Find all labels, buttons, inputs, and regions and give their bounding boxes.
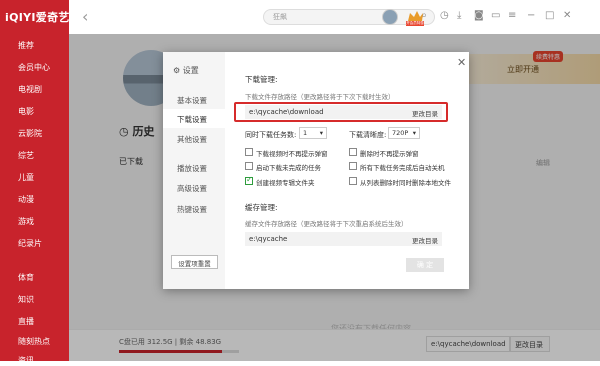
maximize-icon[interactable]: □	[545, 10, 554, 21]
window-close-icon[interactable]: ✕	[563, 10, 571, 21]
quality-label: 下载清晰度:	[349, 131, 387, 139]
cache-change-dir-button[interactable]: 更改目录	[412, 235, 438, 245]
ok-button[interactable]: 确 定	[406, 258, 444, 272]
opt-delete-no-popup-checkbox[interactable]	[349, 148, 357, 156]
sidebar-item-sports[interactable]: 体育	[18, 272, 34, 283]
menu-icon[interactable]: ≡	[508, 10, 516, 21]
tab-other[interactable]: 其他设置	[163, 129, 225, 148]
settings-dialog: ⚙ 设置 基本设置 下载设置 其他设置 播放设置 高级设置 热键设置 设置项重置…	[163, 52, 469, 289]
gamepad-icon[interactable]: ◙	[474, 10, 484, 21]
sidebar-item-vip[interactable]: 会员中心	[18, 62, 50, 73]
tab-basic[interactable]: 基本设置	[163, 90, 225, 109]
back-icon[interactable]: ‹	[82, 7, 88, 26]
minimize-icon[interactable]: −	[527, 10, 535, 21]
opt-auto-resume-label: 启动下载未完成的任务	[256, 164, 321, 172]
download-heading: 下载管理:	[245, 75, 278, 84]
user-avatar[interactable]	[382, 9, 398, 25]
opt-no-popup-checkbox[interactable]	[245, 148, 253, 156]
vip-badge-label: 开会员特惠	[406, 21, 424, 25]
quality-select-value: 720P	[392, 129, 409, 137]
sidebar-item-hot[interactable]: 随刻热点	[18, 336, 50, 347]
cache-heading: 缓存管理:	[245, 203, 278, 212]
highlight-box	[234, 102, 448, 122]
message-icon[interactable]: ▭	[491, 10, 500, 21]
opt-auto-resume-checkbox[interactable]	[245, 162, 253, 170]
opt-delete-no-popup-label: 删除时不再提示弹窗	[360, 150, 419, 158]
settings-nav: ⚙ 设置 基本设置 下载设置 其他设置 播放设置 高级设置 热键设置 设置项重置	[163, 52, 225, 289]
clock-icon[interactable]: ◷	[440, 10, 449, 21]
sidebar-item-knowledge[interactable]: 知识	[18, 294, 34, 305]
chevron-down-icon: ▾	[319, 129, 323, 137]
sidebar-item-kids[interactable]: 儿童	[18, 172, 34, 183]
sidebar-item-recommend[interactable]: 推荐	[18, 40, 34, 51]
opt-album-folder-label: 创建视频专辑文件夹	[256, 179, 315, 187]
settings-title-label: 设置	[182, 66, 199, 75]
sidebar-item-documentary[interactable]: 纪录片	[18, 238, 42, 249]
download-icon[interactable]: ⤓	[457, 10, 461, 21]
reset-settings-button[interactable]: 设置项重置	[171, 255, 218, 269]
sidebar-item-cloud-cinema[interactable]: 云影院	[18, 128, 42, 139]
quality-select[interactable]: 720P ▾	[388, 127, 420, 139]
opt-delete-local-label: 从列表删除时同时删除本地文件	[360, 179, 451, 187]
download-path-label: 下载文件存放路径（更改路径将于下次下载时生效）	[245, 93, 395, 101]
tasks-select-value: 1	[303, 129, 308, 137]
tab-download[interactable]: 下载设置	[163, 109, 225, 128]
cache-path-field[interactable]: e:\qycache 更改目录	[245, 232, 442, 246]
opt-album-folder-checkbox[interactable]	[245, 175, 253, 185]
sidebar-item-tv[interactable]: 电视剧	[18, 84, 42, 95]
tab-hotkey[interactable]: 热键设置	[163, 199, 225, 218]
sidebar-item-anime[interactable]: 动漫	[18, 194, 34, 205]
search-placeholder: 狂飙	[273, 13, 287, 21]
tab-playback[interactable]: 播放设置	[163, 158, 225, 177]
sidebar: iQIYI爱奇艺 推荐 会员中心 电视剧 电影 云影院 综艺 儿童 动漫 游戏 …	[0, 0, 70, 365]
opt-auto-shutdown-checkbox[interactable]	[349, 162, 357, 170]
sidebar-item-movie[interactable]: 电影	[18, 106, 34, 117]
sidebar-item-variety[interactable]: 综艺	[18, 150, 34, 161]
chevron-down-icon: ▾	[412, 129, 416, 137]
opt-no-popup-label: 下载视频时不再提示弹窗	[256, 150, 328, 158]
sidebar-item-game[interactable]: 游戏	[18, 216, 34, 227]
close-icon[interactable]: ✕	[457, 56, 466, 69]
topbar: ‹ 狂飙 ⌕ 开会员特惠 ◷ ⤓ ◙ ▭ ≡ − □ ✕	[69, 0, 600, 34]
vip-badge[interactable]: 开会员特惠	[405, 7, 425, 27]
tab-advanced[interactable]: 高级设置	[163, 178, 225, 197]
settings-title: ⚙ 设置	[173, 66, 199, 75]
opt-auto-shutdown-label: 所有下载任务完成后自动关机	[360, 164, 445, 172]
cache-path-value: e:\qycache	[249, 235, 288, 243]
app-logo[interactable]: iQIYI爱奇艺	[5, 9, 70, 25]
opt-delete-local-checkbox[interactable]	[349, 177, 357, 185]
cache-path-label: 缓存文件存放路径（更改路径将于下次重启系统后生效）	[245, 220, 408, 228]
tasks-select[interactable]: 1 ▾	[299, 127, 327, 139]
tasks-label: 同时下载任务数:	[245, 131, 297, 139]
sidebar-item-live[interactable]: 直播	[18, 316, 34, 327]
